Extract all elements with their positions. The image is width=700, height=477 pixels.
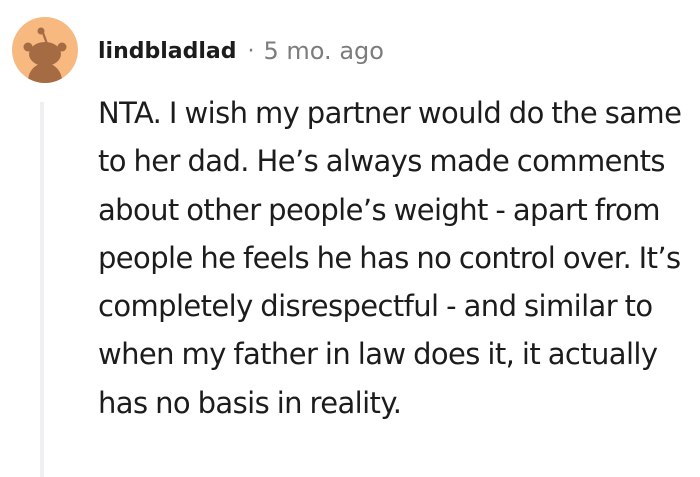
thread-line[interactable]	[40, 102, 44, 477]
comment-header: lindbladlad · 5 mo. ago	[98, 34, 384, 68]
author-username[interactable]: lindbladlad	[98, 39, 237, 64]
snoo-avatar-icon	[12, 17, 78, 83]
comment-body: NTA. I wish my partner would do the same…	[98, 96, 682, 420]
comment-timestamp[interactable]: 5 mo. ago	[264, 37, 384, 65]
separator-dot: ·	[247, 38, 255, 64]
user-avatar[interactable]	[12, 17, 78, 83]
